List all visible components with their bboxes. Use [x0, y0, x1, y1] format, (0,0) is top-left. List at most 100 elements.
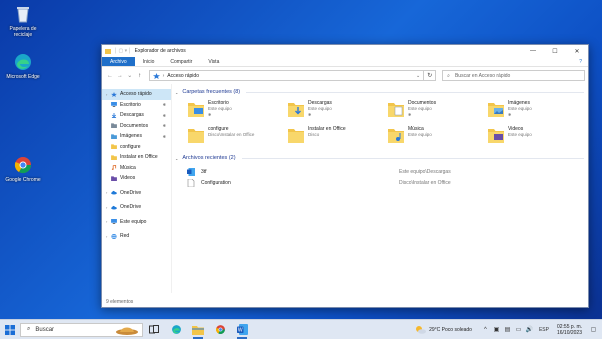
content-pane: ⌄ Carpetas frecuentes (8) Escritorio Este…	[172, 84, 588, 293]
title-bar[interactable]: │ ▢ ▾ │ Explorador de archivos — ☐ ✕	[102, 45, 588, 57]
sidebar-item-red[interactable]: › Red	[102, 231, 171, 242]
address-segment[interactable]: Acceso rápido	[167, 73, 199, 79]
taskbar-file-explorer[interactable]	[187, 320, 209, 339]
taskbar-search-box[interactable]: ⌕ Buscar	[20, 322, 143, 337]
file-icon	[187, 178, 195, 187]
recent-files-list: 3tf Este equipo\Descargas Configuration Dis…	[175, 166, 588, 188]
tab-inicio[interactable]: Inicio	[135, 57, 163, 66]
frequent-folder-tile[interactable]: Instalar en Office Disco	[287, 126, 387, 148]
frequent-folder-tile[interactable]: configure Disco\Instalar en Office	[187, 126, 287, 148]
forward-button[interactable]: →	[115, 73, 125, 79]
sidebar-item-acceso-rápido[interactable]: › Acceso rápido	[102, 89, 171, 100]
navigation-pane: › Acceso rápido Escritorio ✱ Descargas ✱ Docum…	[102, 84, 172, 293]
app-tray-icon[interactable]: ▤	[503, 326, 512, 333]
pin-icon: ✱	[308, 112, 312, 117]
frequent-folder-tile[interactable]: Escritorio Este equipo ✱	[187, 100, 287, 122]
sidebar-item-descargas[interactable]: Descargas ✱	[102, 110, 171, 121]
edge-icon	[13, 52, 33, 72]
help-button[interactable]: ?	[579, 57, 588, 66]
recent-file-location: Disco\Instalar en Office	[399, 179, 451, 186]
frequent-folder-tile[interactable]: Música Este equipo	[387, 126, 487, 148]
sidebar-item-música[interactable]: Música	[102, 163, 171, 174]
sidebar-item-configure[interactable]: configure	[102, 142, 171, 153]
search-input[interactable]: ⌕ Buscar en Acceso rápido	[442, 70, 585, 81]
desktop-icon-recycle-bin[interactable]: Papelera de reciclaje	[0, 4, 46, 38]
clock[interactable]: 02:55 p. m. 16/10/2023	[557, 324, 582, 336]
folder-icon	[111, 155, 117, 160]
sidebar-item-label: OneDrive	[120, 189, 142, 196]
sidebar-item-onedrive[interactable]: › OneDrive	[102, 202, 171, 213]
recent-file-row[interactable]: 3tf Este equipo\Descargas	[187, 166, 588, 177]
quick-access-toolbar[interactable]: │ ▢ ▾ │	[114, 48, 132, 54]
network-icon[interactable]: ▭	[514, 326, 523, 333]
recent-file-location: Este equipo\Descargas	[399, 168, 451, 175]
quick-access-star-icon	[152, 72, 160, 79]
sidebar-item-label: Escritorio	[120, 101, 141, 108]
search-highlight-image	[116, 327, 138, 335]
start-button[interactable]	[0, 320, 20, 339]
pictures-icon	[111, 134, 117, 139]
status-bar-count: 9 elementos	[106, 299, 134, 305]
tab-vista[interactable]: Vista	[200, 57, 227, 66]
folder-location: Este equipo	[308, 106, 332, 111]
sidebar-item-label: Red	[120, 233, 130, 240]
search-placeholder: Buscar en Acceso rápido	[454, 72, 511, 79]
tab-compartir[interactable]: Compartir	[162, 57, 200, 66]
notifications-icon[interactable]: ▢	[589, 326, 598, 333]
folder-location: Este equipo	[508, 132, 532, 137]
sidebar-item-instalar-en-office[interactable]: Instalar en Office	[102, 152, 171, 163]
folder-icon	[105, 48, 111, 54]
sidebar-item-documentos[interactable]: Documentos ✱	[102, 121, 171, 132]
music-folder-icon	[388, 129, 404, 143]
sidebar-item-onedrive[interactable]: › OneDrive	[102, 188, 171, 199]
folder-location: Este equipo	[408, 132, 432, 137]
frequent-folder-tile[interactable]: Imágenes Este equipo ✱	[487, 100, 587, 122]
frequent-folder-tile[interactable]: Documentos Este equipo ✱	[387, 100, 487, 122]
folder-icon	[288, 129, 304, 143]
recent-files-header[interactable]: ⌄ Archivos recientes (2)	[175, 152, 588, 164]
sidebar-item-escritorio[interactable]: Escritorio ✱	[102, 100, 171, 111]
address-row: ← → ⌄ ↑ › Acceso rápido ⌄ ↻ ⌕ Buscar en …	[102, 67, 588, 84]
refresh-button[interactable]: ↻	[424, 70, 437, 81]
pictures-folder-icon	[488, 103, 504, 117]
sidebar-item-label: Música	[120, 164, 136, 171]
sidebar-item-label: Descargas	[120, 112, 144, 119]
recent-file-row[interactable]: Configuration Disco\Instalar en Office	[187, 177, 588, 188]
desktop-icon-edge[interactable]: Microsoft Edge	[0, 52, 46, 80]
frequent-folders-header[interactable]: ⌄ Carpetas frecuentes (8)	[175, 86, 588, 98]
taskbar-chrome[interactable]	[209, 320, 231, 339]
documents-folder-icon	[388, 103, 404, 117]
documents-icon	[111, 123, 117, 129]
frequent-folder-tile[interactable]: Videos Este equipo	[487, 126, 587, 148]
frequent-folder-tile[interactable]: Descargas Este equipo ✱	[287, 100, 387, 122]
download-icon	[111, 112, 117, 118]
up-button[interactable]: ↑	[135, 73, 145, 79]
speaker-icon[interactable]: 🔊	[525, 326, 534, 333]
close-button[interactable]: ✕	[566, 45, 588, 57]
address-dropdown[interactable]: ⌄	[416, 73, 420, 79]
windows-logo-icon	[5, 324, 15, 335]
language-indicator[interactable]: ESP	[536, 327, 552, 333]
desktop-icon-chrome[interactable]: Google Chrome	[0, 155, 46, 183]
sidebar-item-este-equipo[interactable]: › Este equipo	[102, 217, 171, 228]
back-button[interactable]: ←	[105, 73, 115, 79]
sidebar-item-videos[interactable]: Videos	[102, 173, 171, 184]
pin-icon: ✱	[162, 112, 166, 118]
word-icon: W	[236, 324, 248, 335]
address-bar[interactable]: › Acceso rápido ⌄	[148, 70, 425, 81]
recent-locations-button[interactable]: ⌄	[125, 72, 135, 79]
taskbar-edge[interactable]	[165, 320, 187, 339]
recent-file-name: Configuration	[201, 179, 231, 186]
maximize-button[interactable]: ☐	[544, 45, 566, 57]
task-view-button[interactable]	[143, 320, 165, 339]
app-tray-icon[interactable]: ▣	[492, 326, 501, 333]
tab-archivo[interactable]: Archivo	[102, 57, 135, 66]
show-hidden-icons-button[interactable]: ^	[481, 327, 490, 333]
minimize-button[interactable]: —	[522, 45, 544, 57]
pin-icon: ✱	[162, 102, 166, 108]
weather-widget[interactable]: 29°C Poco soleado	[415, 325, 472, 334]
partly-sunny-icon	[416, 326, 427, 334]
recycle-bin-icon	[13, 4, 33, 24]
taskbar-word[interactable]: W	[231, 320, 253, 339]
sidebar-item-imágenes[interactable]: Imágenes ✱	[102, 131, 171, 142]
